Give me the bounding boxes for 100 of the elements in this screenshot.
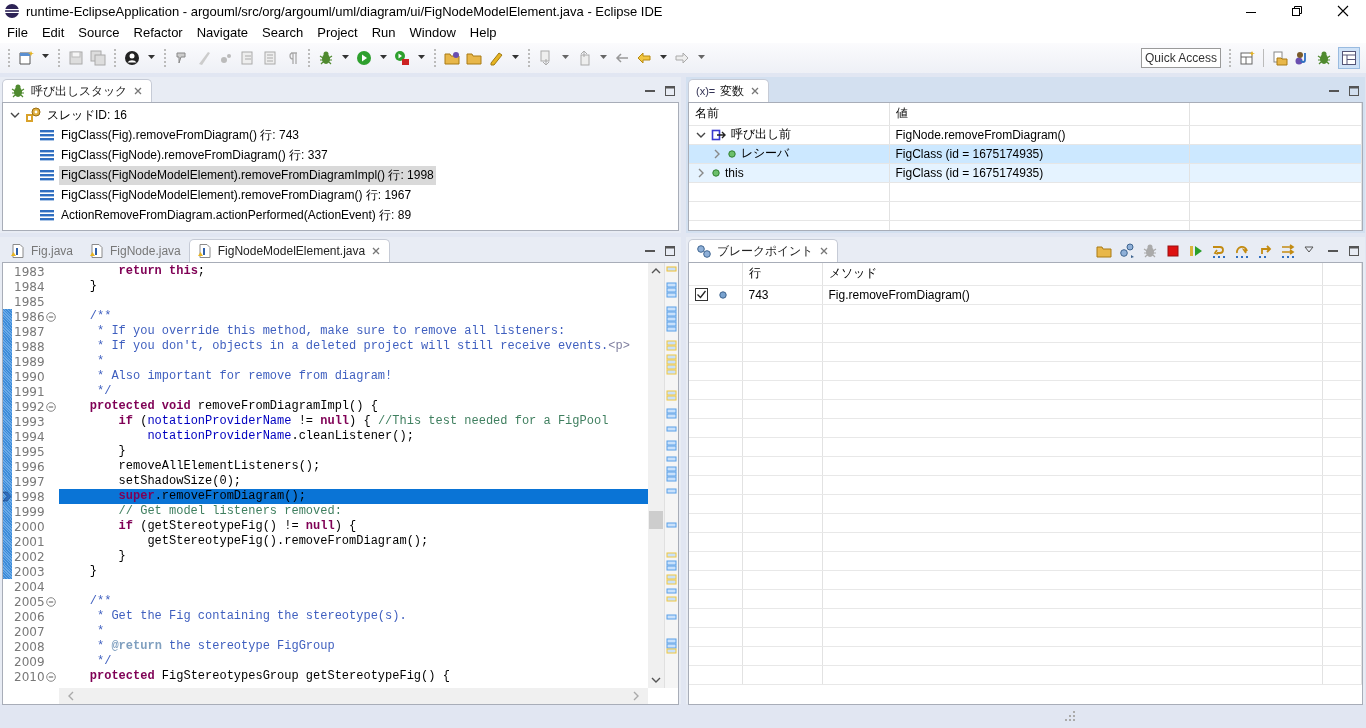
scroll-down-icon[interactable] xyxy=(651,676,661,684)
line-number: 1985 xyxy=(13,294,46,309)
variable-name: this xyxy=(725,165,744,180)
view-tab[interactable]: Fig.java xyxy=(2,239,82,262)
menu-item[interactable]: Edit xyxy=(34,25,72,40)
user-icon[interactable] xyxy=(124,50,140,66)
open-project-icon[interactable] xyxy=(444,50,460,66)
active-perspective-button[interactable] xyxy=(1338,47,1360,69)
code-line: } xyxy=(117,549,127,564)
forward-arrow-icon[interactable] xyxy=(674,50,690,66)
maximize-icon[interactable] xyxy=(663,83,677,98)
line-number: 2006 xyxy=(13,609,46,624)
stack-frame[interactable]: FigClass(FigNode).removeFromDiagram() 行: 337 xyxy=(59,145,330,165)
view-tab[interactable]: FigNode.java xyxy=(81,239,189,262)
maximize-icon[interactable] xyxy=(1347,83,1361,98)
java-file-icon xyxy=(196,243,213,259)
quick-access-field[interactable]: Quick Access xyxy=(1140,48,1221,68)
menu-item[interactable]: Search xyxy=(255,25,311,40)
menu-item[interactable]: Project xyxy=(310,25,365,40)
breakpoint-checkbox[interactable] xyxy=(695,288,708,301)
maximize-icon[interactable] xyxy=(1347,243,1361,258)
column-header[interactable]: 行 xyxy=(742,263,822,285)
view-tab[interactable]: FigNodeModelElement.java xyxy=(188,239,391,262)
drop-to-frame-icon[interactable] xyxy=(1280,242,1296,259)
line-number: 2003 xyxy=(13,564,46,579)
code-line: if (getStereotypeFig() != null) { xyxy=(117,519,358,534)
thread-label[interactable]: スレッドID: 16 xyxy=(45,105,129,125)
app-logo-icon xyxy=(4,3,20,19)
stack-frame[interactable]: FigClass(FigNodeModelElement).removeFromDiagramImpl() 行: 1998 xyxy=(59,165,436,185)
debug-perspective-icon[interactable] xyxy=(1316,50,1332,66)
stack-frame[interactable]: FigClass(Fig).removeFromDiagram() 行: 743 xyxy=(59,125,302,145)
line-number: 1992 xyxy=(13,399,46,414)
stack-frame[interactable]: ActionRemoveFromDiagram.actionPerformed(ActionEvent) 行: 89 xyxy=(59,205,414,225)
collapse-fold-icon[interactable] xyxy=(46,401,56,412)
stack-frame-icon xyxy=(39,187,55,203)
code-line: } xyxy=(88,279,98,294)
run-tool-icon[interactable] xyxy=(394,50,410,66)
line-number: 2005 xyxy=(13,594,46,609)
code-line: protected void removeFromDiagramImpl() { xyxy=(88,399,379,414)
close-icon[interactable] xyxy=(1337,5,1349,17)
variable-value: FigNode.removeFromDiagram() xyxy=(889,125,1189,144)
code-line: } xyxy=(117,444,127,459)
window-title: runtime-EclipseApplication - argouml/src/org/argouml/uml/diagram/ui/FigNodeModelElement.java - Eclipse IDE xyxy=(26,3,663,19)
restore-icon[interactable] xyxy=(1291,5,1303,17)
line-number: 1991 xyxy=(13,384,46,399)
code-line: /** xyxy=(88,594,113,609)
collapse-fold-icon[interactable] xyxy=(46,596,56,607)
line-number: 1986 xyxy=(13,309,46,324)
variable-dot-icon xyxy=(711,167,721,178)
code-line: * xyxy=(96,354,106,369)
new-file-icon[interactable] xyxy=(18,50,34,66)
menu-item[interactable]: Window xyxy=(402,25,463,40)
view-tab[interactable]: ブレークポイント xyxy=(688,239,838,262)
collapse-fold-icon[interactable] xyxy=(46,311,56,322)
variable-row[interactable]: 呼び出し前 FigNode.removeFromDiagram() xyxy=(689,125,1362,144)
terminate-icon[interactable] xyxy=(1165,242,1181,259)
scroll-up-icon[interactable] xyxy=(651,267,661,275)
view-tab[interactable]: (x)= 変数 xyxy=(688,79,770,102)
menu-item[interactable]: Help xyxy=(462,25,504,40)
pen-icon[interactable] xyxy=(488,50,504,66)
line-number: 1988 xyxy=(13,339,46,354)
stack-frame-icon xyxy=(39,167,55,183)
line-number: 2009 xyxy=(13,654,46,669)
collapse-fold-icon[interactable] xyxy=(46,671,56,682)
scrollbar-thumb[interactable] xyxy=(649,511,663,529)
menu-item[interactable]: File xyxy=(0,25,35,40)
column-header[interactable]: 値 xyxy=(889,103,1189,125)
thread-icon xyxy=(25,107,41,123)
resource-perspective-icon[interactable] xyxy=(1272,50,1288,66)
back-arrow-icon[interactable] xyxy=(636,50,652,66)
stack-frame-icon xyxy=(39,147,55,163)
open-folder-icon[interactable] xyxy=(466,50,482,66)
menu-item[interactable]: Source xyxy=(71,25,127,40)
menu-item[interactable]: Refactor xyxy=(126,25,190,40)
column-header[interactable]: 名前 xyxy=(689,103,889,125)
line-number: 2010 xyxy=(13,669,46,684)
line-number: 1983 xyxy=(13,264,46,279)
checkmark-icon xyxy=(696,289,707,300)
variable-value: FigClass (id = 1675174935) xyxy=(889,144,1189,163)
variable-dot-icon xyxy=(727,148,737,159)
step-return-icon[interactable] xyxy=(1257,242,1273,259)
line-number: 1994 xyxy=(13,429,46,444)
open-perspective-icon[interactable] xyxy=(1239,50,1255,66)
code-line: protected FigStereotypesGroup getStereotypeFig() { xyxy=(88,669,451,684)
maximize-icon[interactable] xyxy=(663,243,677,258)
menu-item[interactable]: Run xyxy=(364,25,403,40)
variable-name: レシーバ xyxy=(741,145,789,162)
code-line: * If you override this method, make sure to remove all listeners: xyxy=(96,324,567,339)
column-header[interactable]: メソッド xyxy=(822,263,1322,285)
debug-icon[interactable] xyxy=(318,50,334,66)
run-icon[interactable] xyxy=(356,50,372,66)
line-number: 1987 xyxy=(13,324,46,339)
menu-item[interactable]: Navigate xyxy=(189,25,255,40)
resize-grip-icon xyxy=(1064,710,1076,722)
code-line: if (notationProviderName != null) { //This test needed for a FigPool xyxy=(117,414,610,429)
stack-frame[interactable]: FigClass(FigNodeModelElement).removeFromDiagram() 行: 1967 xyxy=(59,185,414,205)
variables-tab-icon: (x)= xyxy=(696,85,716,97)
link-icon[interactable] xyxy=(1119,242,1135,259)
view-tab[interactable]: 呼び出しスタック xyxy=(2,79,152,102)
code-line: /** xyxy=(88,309,113,324)
